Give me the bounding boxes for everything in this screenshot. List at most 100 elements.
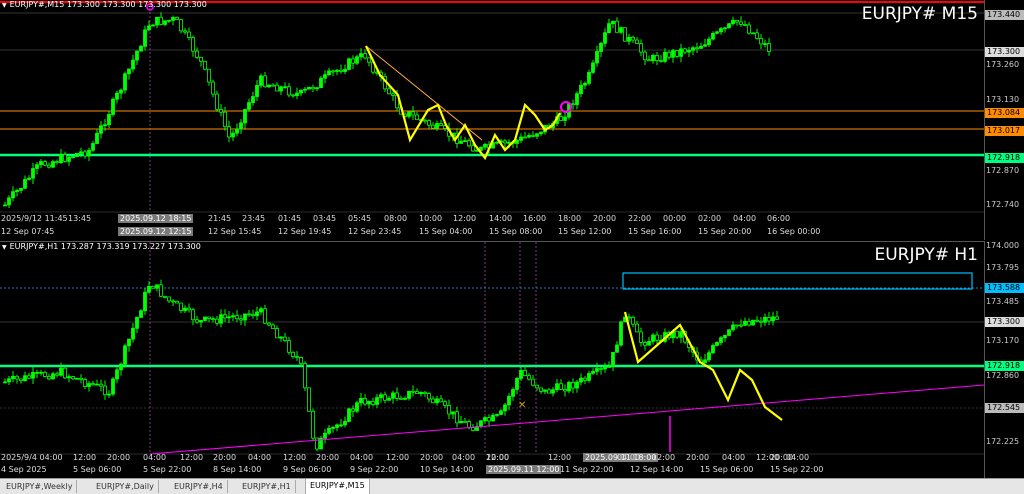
m15-candle-body xyxy=(739,21,743,25)
m15-candle-body xyxy=(347,58,351,70)
h1-candle-body xyxy=(379,394,383,398)
m15-candle-body xyxy=(151,24,155,27)
m15-price-axis[interactable]: 173.440 173.300 173.260 173.130 173.084 173.0… xyxy=(984,0,1024,240)
m15-candle-body xyxy=(235,128,239,134)
h1-header: ▼ EURJPY#,H1 173.287 173.319 173.227 173.… xyxy=(2,242,201,251)
m15-time-label: 2025.09.12 12:15 xyxy=(118,227,194,236)
m15-candle-body xyxy=(31,168,35,179)
h1-candle-body xyxy=(223,314,227,319)
h1-candle-body xyxy=(543,389,547,392)
h1-candle-body xyxy=(35,371,39,374)
h1-time-label: 9 Sep 22:00 xyxy=(350,465,399,474)
h1-candle-body xyxy=(287,340,291,353)
h1-candle-body xyxy=(271,324,275,329)
h1-candle-body xyxy=(219,314,223,324)
m15-time-label: 2025.09.12 18:15 xyxy=(118,214,194,223)
h1-candle-body xyxy=(459,421,463,424)
h1-candle-body xyxy=(603,366,607,370)
chart-tab[interactable]: EURJPY#,Daily xyxy=(92,480,159,493)
h1-candle-body xyxy=(63,367,67,379)
m15-candle-body xyxy=(351,58,355,64)
m15-candle-body xyxy=(71,156,75,159)
h1-time-label: 04:00 xyxy=(452,453,476,462)
m15-candle-body xyxy=(407,111,411,117)
h1-candle-body xyxy=(495,414,499,416)
m15-candle-body xyxy=(219,108,223,113)
h1-candle-body xyxy=(627,316,631,319)
h1-time-label: 04:00 xyxy=(617,453,641,462)
m15-candle-body xyxy=(335,69,339,72)
m15-candle-body xyxy=(307,86,311,90)
m15-candle-body xyxy=(743,24,747,26)
chart-tab[interactable]: EURJPY#,H1 xyxy=(238,480,296,493)
h1-candle-body xyxy=(755,319,759,322)
h1-candle-body xyxy=(579,377,583,383)
m15-candle-body xyxy=(231,132,235,138)
m15-candle-body xyxy=(699,45,703,49)
h1-price-label: 172.918 xyxy=(985,361,1024,371)
m15-candle-body xyxy=(39,161,43,166)
h1-candle-body xyxy=(175,300,179,304)
chart-tab[interactable]: EURJPY#,Weekly xyxy=(2,480,78,493)
m15-candle-body xyxy=(427,120,431,126)
m15-candle-body xyxy=(47,164,51,168)
m15-candle-body xyxy=(255,85,259,97)
h1-candle-body xyxy=(347,408,351,422)
m15-candle-body xyxy=(119,89,123,94)
m15-candle-body xyxy=(591,62,595,73)
chart-tab[interactable]: EURJPY#,M15 xyxy=(305,479,370,494)
m15-candle-body xyxy=(67,156,71,162)
m15-time-label: 20:00 xyxy=(593,214,617,223)
m15-time-label: 15 Sep 20:00 xyxy=(698,227,752,236)
h1-candle-body xyxy=(119,363,123,371)
h1-candle-body xyxy=(239,318,243,321)
m15-candle-body xyxy=(651,54,655,62)
h1-price-axis[interactable]: 174.000 173.795 173.588 173.485 173.300 173.1… xyxy=(984,241,1024,478)
h1-time-label: 20:00 xyxy=(107,453,131,462)
m15-candle-body xyxy=(87,149,91,157)
h1-candle-body xyxy=(643,341,647,346)
m15-time-label: 04:00 xyxy=(733,214,757,223)
m15-candle-body xyxy=(519,136,523,141)
m15-candle-body xyxy=(147,25,151,31)
m15-candle-body xyxy=(763,43,767,45)
h1-candle-body xyxy=(231,315,235,318)
m15-candle-body xyxy=(27,177,31,180)
h1-candle-body xyxy=(31,372,35,379)
h1-candle-body xyxy=(575,381,579,389)
m15-candle-body xyxy=(583,83,587,86)
m15-candle-body xyxy=(319,77,323,89)
chart-tab[interactable]: EURJPY#,H4 xyxy=(170,480,228,493)
h1-candle-body xyxy=(423,391,427,394)
m15-candle-body xyxy=(227,126,231,138)
m15-candle-body xyxy=(675,50,679,57)
m15-candle-body xyxy=(355,56,359,64)
m15-candle-body xyxy=(723,27,727,30)
m15-candle-body xyxy=(155,16,159,26)
m15-chart-pane[interactable]: ▼ EURJPY#,M15 173.300 173.300 173.300 173… xyxy=(0,0,984,240)
h1-candle-body xyxy=(403,397,407,400)
m15-candle-body xyxy=(691,47,695,51)
m15-candle-body xyxy=(223,111,227,128)
h1-candle-body xyxy=(295,356,299,358)
cross-marker: ✕ xyxy=(518,400,526,411)
h1-candle-body xyxy=(363,398,367,405)
m15-time-label: 08:00 xyxy=(384,214,408,223)
h1-candle-body xyxy=(443,401,447,406)
h1-candle-body xyxy=(511,389,515,397)
m15-candle-body xyxy=(687,49,691,53)
m15-candle-body xyxy=(35,164,39,169)
h1-chart-pane[interactable]: ✕ ▼ EURJPY#,H1 173.287 173.319 173.227 17… xyxy=(0,241,984,479)
m15-time-label: 01:45 xyxy=(278,214,302,223)
h1-candle-body xyxy=(191,309,195,321)
h1-candle-body xyxy=(107,393,111,396)
h1-candle-body xyxy=(711,345,715,354)
m15-candle-body xyxy=(391,93,395,96)
m15-candle-body xyxy=(639,43,643,53)
m15-candle-body xyxy=(259,75,263,86)
m15-time-label: 15 Sep 04:00 xyxy=(419,227,473,236)
h1-candle-body xyxy=(115,369,119,380)
m15-candle-body xyxy=(571,103,575,106)
m15-candle-body xyxy=(263,75,267,88)
h1-candle-body xyxy=(311,410,315,439)
